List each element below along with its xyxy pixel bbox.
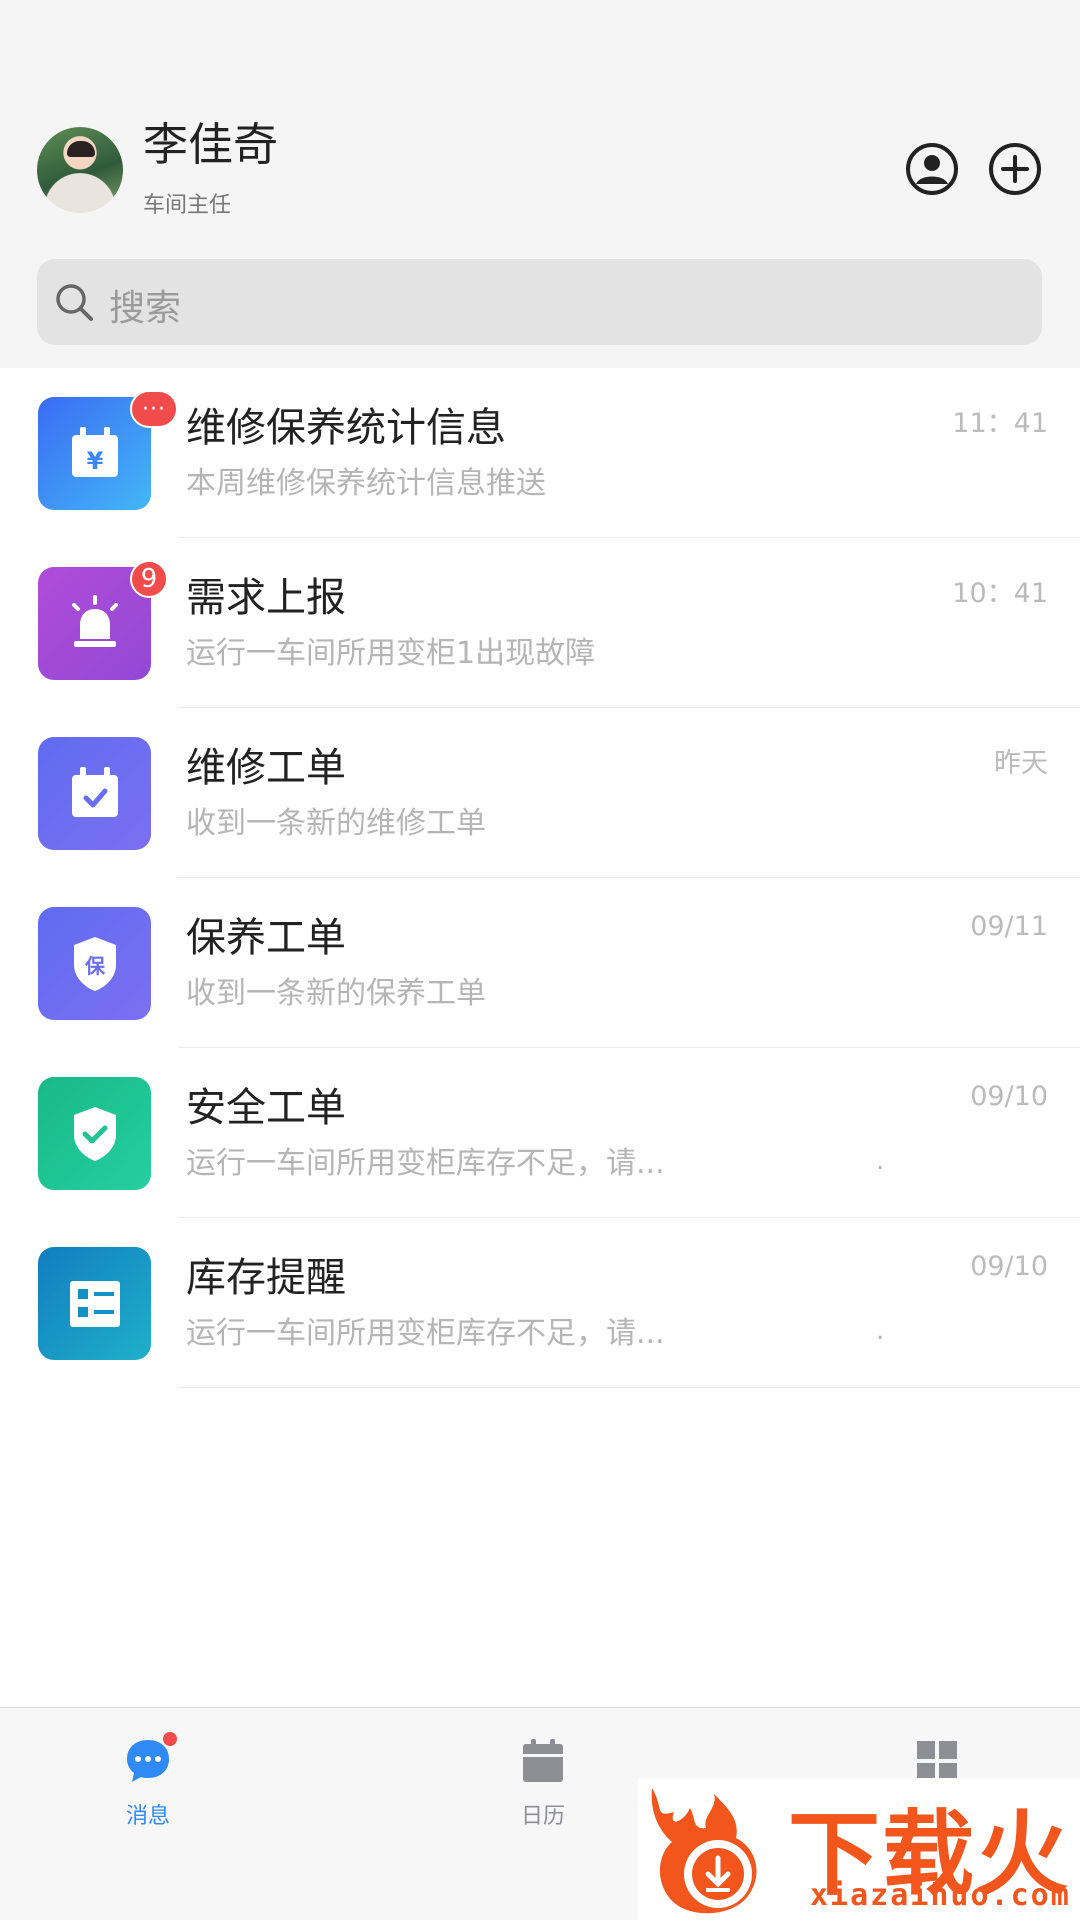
profile-button[interactable] (905, 142, 959, 196)
chat-bubble-icon (123, 1732, 177, 1786)
shield-check-icon (38, 1077, 151, 1190)
message-preview: 运行一车间所用变柜1出现故障 (186, 636, 596, 671)
message-time: 09/10 (970, 1081, 1048, 1112)
search-bar[interactable]: 搜索 (37, 259, 1042, 345)
message-preview: 本周维修保养统计信息推送 (186, 466, 546, 501)
message-list: ¥ ··· 维修保养统计信息本周维修保养统计信息推送 11：41 9 需求上报运行一车间所… (0, 368, 1080, 1388)
message-row[interactable]: 维修工单收到一条新的维修工单 昨天 (0, 708, 1080, 878)
watermark: 下载火 xiazaihuo.com (638, 1778, 1080, 1920)
svg-text:¥: ¥ (86, 447, 103, 475)
tab-calendar[interactable]: 日历 (483, 1736, 603, 1830)
message-time: 昨天 (994, 748, 1048, 779)
message-time: 10：41 (952, 578, 1048, 609)
message-time: 09/10 (970, 1251, 1048, 1282)
message-title: 库存提醒 (186, 1255, 346, 1301)
tab-label-calendar: 日历 (520, 1804, 565, 1829)
watermark-url: xiazaihuo.com (810, 1878, 1071, 1913)
message-row[interactable]: ¥ ··· 维修保养统计信息本周维修保养统计信息推送 11：41 (0, 368, 1080, 538)
message-preview: 收到一条新的维修工单 (186, 806, 486, 841)
tab-label-messages: 消息 (125, 1804, 170, 1829)
header: 李佳奇 车间主任 搜索 (0, 0, 1080, 368)
user-role: 车间主任 (143, 193, 232, 218)
search-placeholder: 搜索 (109, 288, 182, 329)
svg-text:保: 保 (84, 954, 106, 978)
tab-messages[interactable]: 消息 (88, 1732, 208, 1830)
calendar-icon (518, 1736, 568, 1786)
unread-badge: 9 (130, 560, 168, 598)
message-time: 09/11 (970, 911, 1048, 942)
message-row[interactable]: 9 需求上报运行一车间所用变柜1出现故障 10：41 (0, 538, 1080, 708)
message-trailing-mark: . (876, 1316, 885, 1346)
checklist-icon (38, 1247, 151, 1360)
unread-badge: ··· (130, 390, 178, 428)
message-title: 保养工单 (186, 915, 346, 961)
unread-dot (163, 1732, 177, 1746)
flame-logo-icon (651, 1788, 757, 1914)
message-preview: 收到一条新的保养工单 (186, 976, 486, 1011)
message-title: 需求上报 (186, 575, 346, 621)
add-button[interactable] (988, 142, 1042, 196)
message-title: 维修保养统计信息 (186, 405, 506, 451)
user-name: 李佳奇 (143, 118, 279, 171)
user-circle-icon (906, 143, 958, 195)
shield-bao-icon: 保 (38, 907, 151, 1020)
message-title: 维修工单 (186, 745, 346, 791)
avatar[interactable] (37, 127, 123, 213)
calendar-check-icon (38, 737, 151, 850)
message-row[interactable]: 库存提醒运行一车间所用变柜库存不足，请... 09/10. (0, 1218, 1080, 1388)
message-preview: 运行一车间所用变柜库存不足，请... (186, 1146, 665, 1181)
message-row[interactable]: 安全工单运行一车间所用变柜库存不足，请... 09/10. (0, 1048, 1080, 1218)
message-time: 11：41 (952, 408, 1048, 439)
message-trailing-mark: . (876, 1146, 885, 1176)
plus-circle-icon (989, 143, 1041, 195)
search-icon (56, 284, 93, 321)
message-title: 安全工单 (186, 1085, 346, 1131)
message-preview: 运行一车间所用变柜库存不足，请... (186, 1316, 665, 1351)
message-row[interactable]: 保 保养工单收到一条新的保养工单 09/11 (0, 878, 1080, 1048)
